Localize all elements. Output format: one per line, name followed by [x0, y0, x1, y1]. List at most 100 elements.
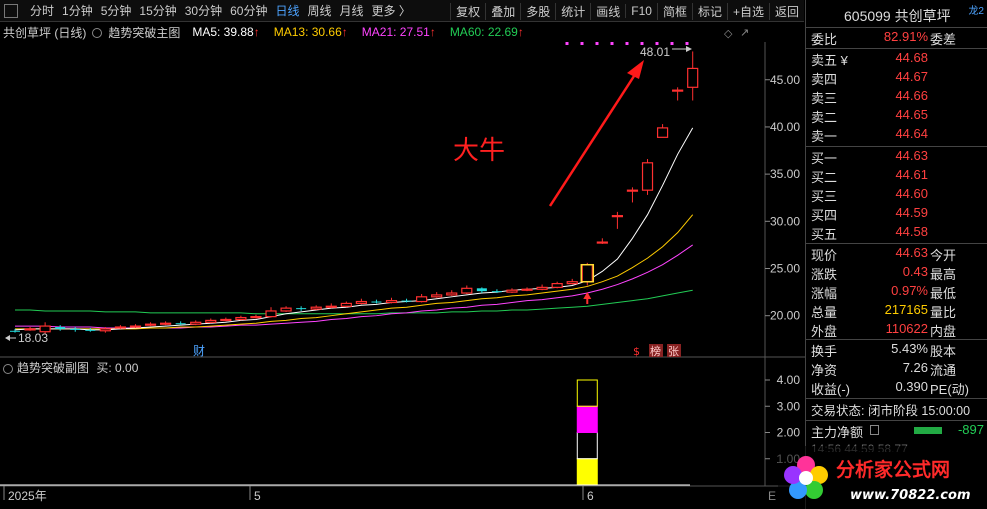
candle-body [85, 329, 96, 331]
sub-y-tick-label: 4.00 [777, 373, 801, 387]
candle-body [129, 325, 142, 328]
trade-state: 交易状态: 闭市阶段 15:00:00 [811, 404, 971, 418]
candle[interactable] [566, 278, 578, 285]
candle[interactable] [371, 299, 382, 304]
candle[interactable] [446, 290, 458, 296]
stat-row-4-label2: 内盘 [930, 324, 957, 339]
candle-body [114, 326, 127, 329]
candle[interactable] [70, 327, 81, 332]
candle-body [190, 321, 202, 325]
candle[interactable] [250, 314, 262, 319]
candle-body [491, 291, 502, 293]
candle[interactable] [129, 324, 142, 328]
candle-body [476, 288, 487, 292]
sub-y-tick-label: 3.00 [777, 399, 801, 413]
sub-indicator-toggle-icon[interactable] [3, 363, 13, 374]
candle[interactable] [296, 306, 307, 311]
ask-row-2: 卖三 44.66 [806, 88, 987, 107]
candle[interactable] [144, 322, 157, 327]
candle[interactable] [114, 325, 127, 329]
bang-marker[interactable]: 榜 [650, 344, 661, 358]
candle-body [521, 288, 533, 291]
stat2-row-1-label2: 流通 [930, 363, 957, 378]
bid-row-1: 买二 44.61 [806, 167, 987, 186]
ask-row-3: 卖二 44.65 [806, 107, 987, 126]
low-pointer-icon [5, 335, 10, 341]
candle[interactable] [220, 317, 232, 322]
ma21-line [15, 244, 693, 329]
candle[interactable] [265, 307, 277, 318]
weibi-label: 委比 [811, 32, 838, 47]
x-tick-label: 2025年 [8, 489, 47, 503]
candle[interactable] [205, 318, 217, 324]
signal-dot [625, 42, 629, 45]
candle[interactable] [55, 325, 66, 331]
stat2-row-0-label: 换手 [811, 344, 838, 359]
candle[interactable] [626, 187, 639, 203]
candle[interactable] [672, 87, 684, 101]
weibi-value: 82.91% [883, 29, 928, 44]
ask-row-4-value: 44.64 [895, 126, 928, 141]
candle[interactable] [656, 124, 669, 138]
candle[interactable] [476, 287, 487, 294]
candle[interactable] [385, 297, 398, 304]
stat-row-0-label: 现价 [811, 248, 838, 263]
candle-body [310, 306, 322, 310]
signal-dot [670, 42, 674, 45]
zhang-marker[interactable]: 张 [668, 345, 679, 358]
candle-body [446, 292, 458, 296]
x-tick-label: 5 [254, 489, 261, 503]
candle[interactable] [355, 298, 367, 305]
bid-row-4: 买五 44.58 [806, 224, 987, 243]
x-tick-label: 6 [587, 489, 594, 503]
high-pointer-icon [686, 46, 692, 52]
candle[interactable] [596, 238, 608, 244]
y-tick-label: 20.00 [770, 309, 800, 323]
stat2-row-2: 收益(-) 0.390 PE(动) [806, 379, 987, 398]
bid-row-0-value: 44.63 [895, 148, 928, 163]
candle[interactable] [310, 305, 322, 311]
low-price-label: 18.03 [18, 331, 48, 345]
candle[interactable] [506, 288, 518, 294]
table-icon[interactable] [870, 425, 879, 435]
stat-row-1-label: 涨跌 [811, 267, 838, 282]
stat-row-2-label2: 最低 [930, 286, 957, 301]
candle[interactable] [521, 287, 533, 292]
stat-row-1-label2: 最高 [930, 267, 957, 282]
corner-tag[interactable]: 龙2 [968, 2, 984, 17]
candle[interactable] [325, 303, 337, 309]
stat2-row-2-label2: PE(动) [930, 382, 970, 397]
finance-marker[interactable]: 财 [193, 344, 205, 358]
candle[interactable] [235, 315, 247, 321]
candle[interactable] [536, 284, 548, 291]
candle[interactable] [160, 321, 172, 326]
candle[interactable] [431, 292, 443, 298]
ask-row-0-value: 44.68 [895, 50, 928, 65]
candle[interactable] [190, 320, 202, 326]
candle[interactable] [416, 293, 428, 303]
candle[interactable] [551, 281, 563, 289]
ask-row-0-label: 卖五 ¥ [811, 53, 848, 68]
sub-indicator-name[interactable]: 趋势突破副图 [17, 361, 89, 375]
buy-signal-icon [583, 292, 592, 299]
candle-body [461, 287, 473, 294]
candle[interactable] [687, 51, 699, 101]
ask-row-0: 卖五 ¥ 44.68 [806, 50, 987, 69]
candle[interactable] [340, 301, 352, 308]
ask-row-4-label: 卖一 [811, 129, 838, 144]
candle-body [551, 283, 563, 288]
signal-dot [595, 42, 599, 45]
candle[interactable] [280, 306, 292, 312]
sub-bar-segment [576, 458, 598, 486]
kline-chart[interactable]: 45.00 40.00 35.00 30.00 25.00 20.00 4.00 3.00 2.… [0, 0, 805, 509]
candle-body [220, 318, 232, 322]
ask-row-2-label: 卖三 [811, 91, 838, 106]
candle[interactable] [641, 159, 654, 195]
ask-row-2-value: 44.66 [895, 88, 928, 103]
candle[interactable] [611, 211, 624, 229]
dollar-marker[interactable]: $ [633, 345, 640, 358]
candle[interactable] [461, 285, 473, 294]
stat-row-3-value: 217165 [884, 302, 928, 317]
bid-row-1-label: 买二 [811, 170, 838, 185]
candle-body [431, 294, 443, 298]
